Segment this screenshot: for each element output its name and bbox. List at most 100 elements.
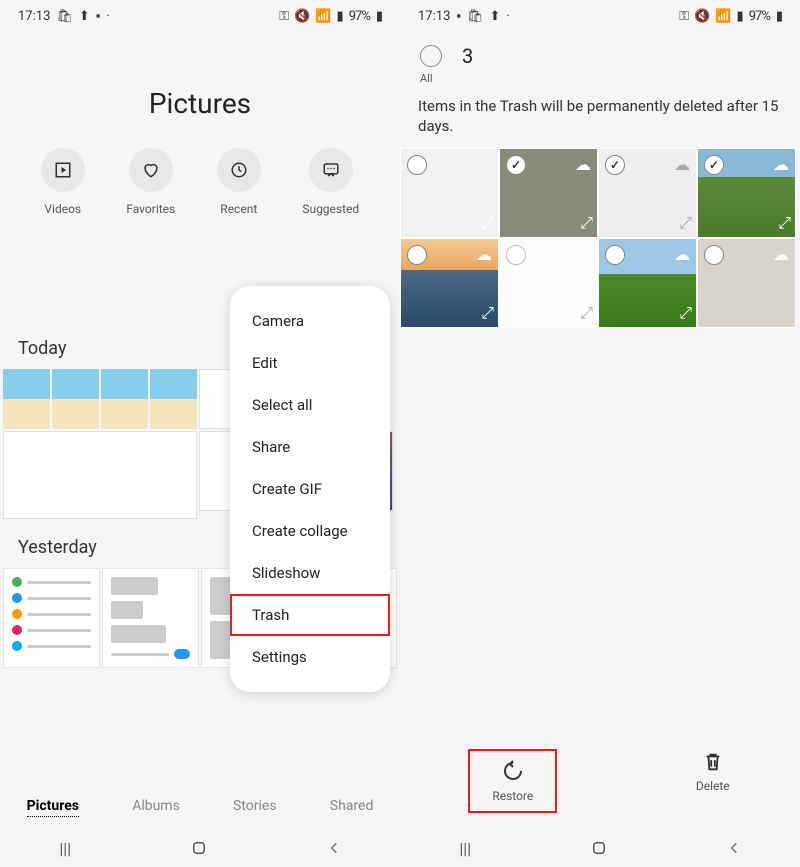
tab-stories[interactable]: Stories bbox=[233, 798, 277, 817]
battery-text: 97% bbox=[349, 9, 370, 24]
thumbnail[interactable] bbox=[3, 568, 100, 668]
signal-icon: ▮ bbox=[337, 9, 343, 24]
home-button[interactable] bbox=[190, 839, 208, 857]
expand-icon: ⤢ bbox=[679, 213, 692, 233]
battery-icon: ▮ bbox=[376, 9, 382, 24]
trash-item[interactable]: ☁ ⤢ bbox=[598, 148, 697, 238]
category-favorites[interactable]: Favorites bbox=[126, 148, 175, 216]
signal-icon: ▮ bbox=[737, 9, 743, 24]
expand-icon: ⤢ bbox=[778, 213, 791, 233]
item-checkbox[interactable] bbox=[506, 245, 526, 265]
menu-camera[interactable]: Camera bbox=[230, 300, 390, 342]
vpn-icon: ⚿ bbox=[279, 9, 288, 24]
item-checkbox-checked[interactable] bbox=[704, 155, 724, 175]
android-navbar: ||| bbox=[400, 829, 800, 867]
expand-icon: ⤢ bbox=[580, 303, 593, 323]
trash-info-message: Items in the Trash will be permanently d… bbox=[400, 89, 800, 148]
delete-button[interactable]: Delete bbox=[696, 751, 730, 811]
bottom-tabs: Pictures Albums Stories Shared bbox=[0, 786, 400, 829]
home-button[interactable] bbox=[590, 839, 608, 857]
select-all-checkbox[interactable] bbox=[420, 45, 442, 67]
more-icon: · bbox=[106, 9, 109, 24]
status-bar: 17:13 ▪ 🛍 ⬆ · ⚿ 🔇 📶 ▮ 97% ▮ bbox=[400, 0, 800, 32]
thumbnail[interactable] bbox=[3, 369, 50, 429]
menu-settings[interactable]: Settings bbox=[230, 636, 390, 678]
status-bar: 17:13 🛍 ⬆ ▪ · ⚿ 🔇 📶 ▮ 97% ▮ bbox=[0, 0, 400, 32]
cloud-icon: ☁ bbox=[476, 245, 492, 264]
menu-create-gif[interactable]: Create GIF bbox=[230, 468, 390, 510]
action-bar: Restore Delete bbox=[400, 737, 800, 825]
overflow-menu: Camera Edit Select all Share Create GIF … bbox=[230, 286, 390, 692]
battery-text: 97% bbox=[749, 9, 770, 24]
battery-icon: ▮ bbox=[776, 9, 782, 24]
mute-icon: 🔇 bbox=[294, 9, 309, 24]
menu-trash[interactable]: Trash bbox=[230, 594, 390, 636]
shopping-icon: 🛍 bbox=[56, 9, 73, 24]
shopping-icon: 🛍 bbox=[467, 9, 484, 24]
tab-pictures[interactable]: Pictures bbox=[27, 798, 79, 817]
mute-icon: 🔇 bbox=[694, 9, 709, 24]
left-phone-screen: 17:13 🛍 ⬆ ▪ · ⚿ 🔇 📶 ▮ 97% ▮ Pictures Vid… bbox=[0, 0, 400, 867]
expand-icon: ⤢ bbox=[481, 213, 494, 233]
wifi-icon: 📶 bbox=[715, 9, 730, 24]
item-checkbox-checked[interactable] bbox=[506, 155, 526, 175]
item-checkbox[interactable] bbox=[704, 245, 724, 265]
tab-shared[interactable]: Shared bbox=[330, 798, 374, 817]
menu-share[interactable]: Share bbox=[230, 426, 390, 468]
cloud-icon: ☁ bbox=[773, 245, 789, 264]
item-checkbox-checked[interactable] bbox=[605, 155, 625, 175]
menu-edit[interactable]: Edit bbox=[230, 342, 390, 384]
right-phone-screen: 17:13 ▪ 🛍 ⬆ · ⚿ 🔇 📶 ▮ 97% ▮ 3 bbox=[400, 0, 800, 867]
wifi-icon: 📶 bbox=[315, 9, 330, 24]
page-title: Pictures bbox=[0, 87, 400, 120]
thumbnail[interactable] bbox=[102, 568, 199, 668]
recents-button[interactable]: ||| bbox=[459, 839, 471, 858]
vpn-icon: ⚿ bbox=[679, 9, 688, 24]
status-time: 17:13 bbox=[418, 9, 450, 24]
menu-slideshow[interactable]: Slideshow bbox=[230, 552, 390, 594]
expand-icon: ⤢ bbox=[679, 303, 692, 323]
upload-icon: ⬆ bbox=[79, 9, 90, 24]
thumbnail[interactable] bbox=[150, 369, 197, 429]
recents-button[interactable]: ||| bbox=[59, 839, 71, 858]
item-checkbox[interactable] bbox=[407, 155, 427, 175]
android-navbar: ||| bbox=[0, 829, 400, 867]
thumbnail[interactable] bbox=[3, 431, 197, 519]
tab-albums[interactable]: Albums bbox=[132, 798, 180, 817]
trash-icon bbox=[702, 751, 724, 773]
restore-icon bbox=[501, 759, 525, 783]
thumbnail[interactable] bbox=[52, 369, 99, 429]
cloud-icon: ☁ bbox=[773, 155, 789, 174]
cloud-icon: ☁ bbox=[575, 155, 591, 174]
status-time: 17:13 bbox=[18, 9, 50, 24]
trash-grid: ⤢ ☁ ⤢ ☁ ⤢ ☁ ⤢ ☁ ⤢ bbox=[400, 148, 800, 328]
cloud-icon: ☁ bbox=[674, 155, 690, 174]
trash-item[interactable]: ⤢ bbox=[499, 238, 598, 328]
image-icon: ▪ bbox=[96, 8, 101, 24]
upload-icon: ⬆ bbox=[490, 9, 501, 24]
category-videos[interactable]: Videos bbox=[41, 148, 85, 216]
expand-icon: ⤢ bbox=[481, 303, 494, 323]
trash-item[interactable]: ☁ ⤢ bbox=[598, 238, 697, 328]
category-suggested[interactable]: Suggested bbox=[302, 148, 359, 216]
restore-button[interactable]: Restore bbox=[470, 751, 555, 811]
category-recent[interactable]: Recent bbox=[217, 148, 261, 216]
all-label: All bbox=[420, 72, 433, 85]
selected-count: 3 bbox=[462, 44, 473, 68]
trash-item[interactable]: ☁ bbox=[697, 238, 796, 328]
trash-item[interactable]: ☁ ⤢ bbox=[499, 148, 598, 238]
trash-item[interactable]: ⤢ bbox=[400, 148, 499, 238]
more-icon: · bbox=[506, 9, 509, 24]
menu-create-collage[interactable]: Create collage bbox=[230, 510, 390, 552]
menu-select-all[interactable]: Select all bbox=[230, 384, 390, 426]
thumbnail[interactable] bbox=[101, 369, 148, 429]
trash-item[interactable]: ☁ ⤢ bbox=[697, 148, 796, 238]
item-checkbox[interactable] bbox=[407, 245, 427, 265]
image-icon: ▪ bbox=[456, 8, 461, 24]
category-row: Videos Favorites Recent Suggested bbox=[0, 120, 400, 234]
expand-icon: ⤢ bbox=[580, 213, 593, 233]
back-button[interactable] bbox=[727, 841, 741, 855]
trash-item[interactable]: ☁ ⤢ bbox=[400, 238, 499, 328]
back-button[interactable] bbox=[327, 841, 341, 855]
item-checkbox[interactable] bbox=[605, 245, 625, 265]
